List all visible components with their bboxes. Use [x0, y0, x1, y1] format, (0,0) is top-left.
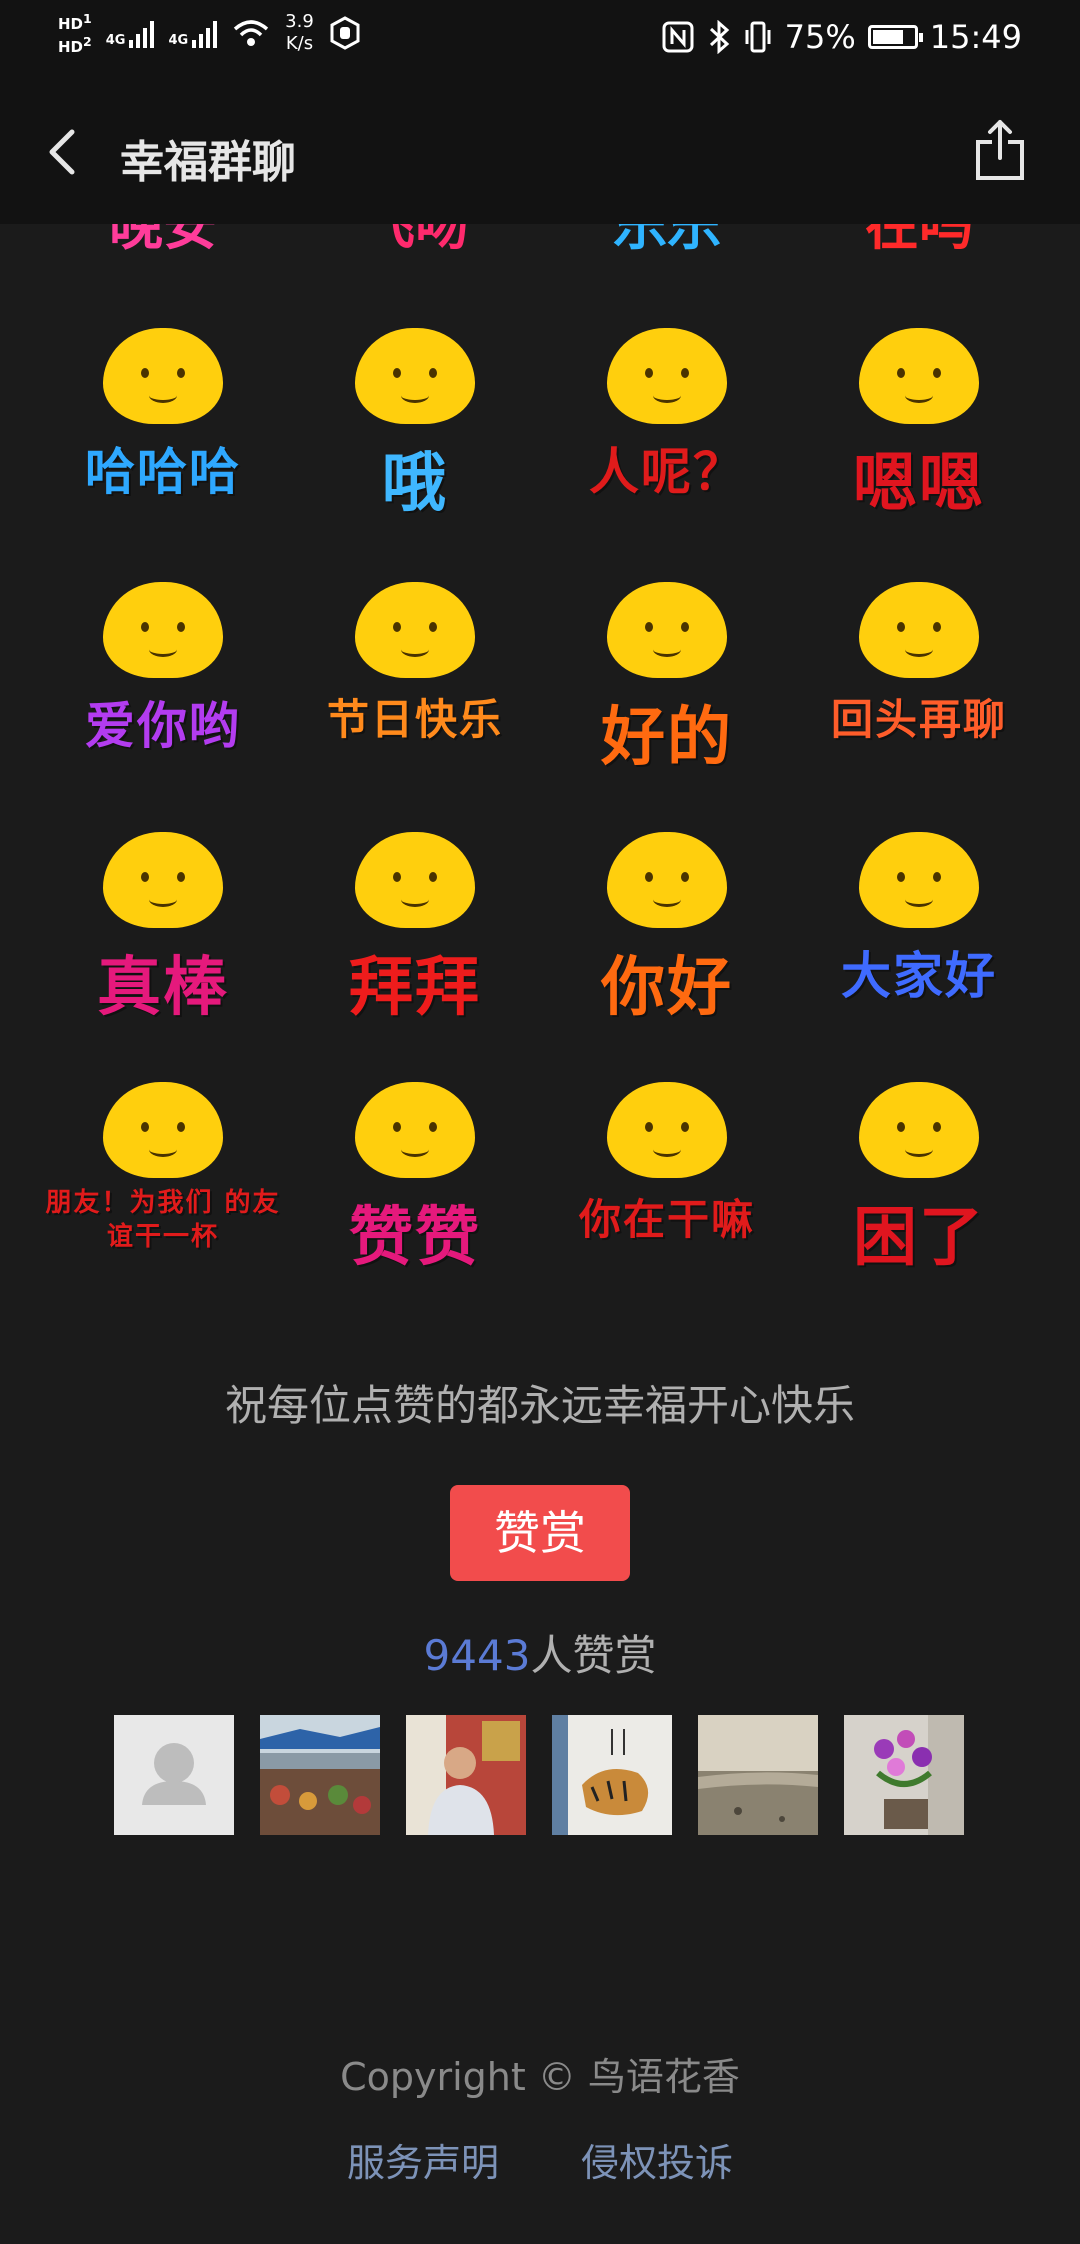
speed-unit: K/s: [285, 33, 314, 54]
sticker-character: [103, 328, 223, 424]
battery-icon: [867, 25, 923, 49]
sticker-label: 晚安: [109, 224, 217, 257]
sticker-character: [103, 1082, 223, 1178]
copyright-text: Copyright © 鸟语花香: [340, 2055, 740, 2099]
sticker-item[interactable]: 哦: [290, 320, 540, 560]
sticker-label: 大家好: [841, 946, 997, 1005]
share-icon[interactable]: [972, 118, 1028, 182]
sticker-item[interactable]: 节日快乐: [290, 574, 540, 814]
page-title: 幸福群聊: [120, 137, 296, 188]
sticker-label: 节日快乐: [326, 695, 503, 744]
sticker-character: [103, 832, 223, 928]
sticker-character: [607, 1082, 727, 1178]
sticker-item[interactable]: 你在干嘛: [542, 1074, 792, 1304]
avatar-list: [114, 1715, 964, 1835]
nav-bar: 幸福群聊: [0, 80, 1080, 224]
sticker-item[interactable]: 拜拜: [290, 824, 540, 1064]
speed-value: 3.9: [285, 11, 314, 32]
status-right: 75% 15:49: [661, 18, 1022, 56]
wifi-icon: [234, 20, 269, 46]
sticker-label: 飞吻: [361, 224, 469, 257]
net1-label: 4G: [105, 33, 126, 48]
sticker-label: 拜拜: [349, 950, 481, 1025]
sticker-label: 你好: [601, 950, 733, 1025]
sticker-label: 赞赞: [349, 1200, 481, 1275]
sticker-character: [103, 582, 223, 678]
back-arrow-icon[interactable]: [36, 120, 96, 184]
bluetooth-icon: [709, 20, 729, 54]
market-photo[interactable]: [260, 1715, 380, 1835]
sticker-item[interactable]: 赞赞: [290, 1074, 540, 1304]
sticker-partial[interactable]: 乐乐: [542, 224, 792, 266]
sticker-character: [859, 582, 979, 678]
sticker-label: 回头再聊: [830, 695, 1007, 744]
signal-icon: 4G: [106, 18, 155, 48]
sticker-label: 好的: [601, 700, 733, 775]
reward-button[interactable]: 赞赏: [450, 1485, 630, 1581]
default-avatar-icon[interactable]: [114, 1715, 234, 1835]
sticker-label: 真棒: [97, 950, 229, 1025]
hd1-label: HD: [58, 15, 84, 33]
sticker-character: [355, 582, 475, 678]
tiger-painting-photo[interactable]: [552, 1715, 672, 1835]
sticker-character: [355, 832, 475, 928]
sticker-label: 哦: [382, 446, 448, 521]
sticker-label: 人呢？: [589, 442, 745, 501]
sticker-character: [607, 328, 727, 424]
flowers-photo[interactable]: [844, 1715, 964, 1835]
sticker-partial[interactable]: 晚安: [38, 224, 288, 266]
sticker-character: [859, 832, 979, 928]
sticker-character: [859, 1082, 979, 1178]
clock: 15:49: [929, 18, 1022, 56]
sticker-character: [607, 582, 727, 678]
hd2-label: HD: [58, 38, 84, 56]
sticker-item[interactable]: 回头再聊: [794, 574, 1044, 814]
sticker-label: 困了: [853, 1200, 985, 1275]
status-bar: HD1 HD2 4G 4G 3.9 K/s 75% 15:49: [0, 0, 1080, 80]
blessing-text: 祝每位点赞的都永远幸福开心快乐: [224, 1381, 855, 1430]
sticker-label: 哈哈哈: [85, 442, 241, 501]
sticker-grid: 晚安 飞吻 乐乐 在吗哈哈哈 哦 人呢？ 嗯嗯爱你哟 节日快乐 好的 回头再聊真棒 拜拜 你好 大家好朋…: [0, 224, 1080, 1304]
sticker-character: [607, 832, 727, 928]
sticker-label: 你在干嘛: [578, 1195, 755, 1244]
sticker-label: 在吗: [865, 224, 973, 257]
person-photo[interactable]: [406, 1715, 526, 1835]
vibrate-icon: [745, 21, 771, 53]
reward-count-suffix: 人赞赏: [530, 1631, 657, 1680]
battery-fill: [872, 30, 903, 44]
sticker-item[interactable]: 朋友！为我们 的友谊干一杯: [38, 1074, 288, 1304]
hd-icon: HD1 HD2: [58, 11, 92, 56]
sticker-label: 朋友！为我们 的友谊干一杯: [45, 1188, 281, 1252]
footer-links: 服务声明 侵权投诉: [0, 2132, 1080, 2187]
net2-label: 4G: [168, 33, 189, 48]
sticker-character: [859, 328, 979, 424]
nfc-icon: [662, 21, 694, 53]
sticker-label: 乐乐: [613, 224, 721, 257]
sticker-item[interactable]: 困了: [794, 1074, 1044, 1304]
infringement-complaint-link[interactable]: 侵权投诉: [581, 2132, 733, 2187]
sticker-character: [355, 1082, 475, 1178]
reward-count: 9443人赞赏: [0, 1622, 1080, 1683]
sticker-partial[interactable]: 在吗: [794, 224, 1044, 266]
sticker-label: 爱你哟: [85, 696, 241, 755]
hand-icon: [330, 16, 360, 50]
reward-count-number[interactable]: 9443: [424, 1631, 531, 1680]
beach-photo[interactable]: [698, 1715, 818, 1835]
signal2-icon: 4G: [168, 18, 218, 48]
sticker-item[interactable]: 嗯嗯: [794, 320, 1044, 560]
sticker-item[interactable]: 人呢？: [542, 320, 792, 560]
sticker-item[interactable]: 哈哈哈: [38, 320, 288, 560]
sticker-item[interactable]: 真棒: [38, 824, 288, 1064]
service-statement-link[interactable]: 服务声明: [347, 2132, 499, 2187]
net-speed: 3.9 K/s: [285, 11, 314, 55]
battery-percent: 75%: [784, 18, 856, 56]
sticker-item[interactable]: 爱你哟: [38, 574, 288, 814]
sticker-item[interactable]: 大家好: [794, 824, 1044, 1064]
sticker-item[interactable]: 好的: [542, 574, 792, 814]
sticker-item[interactable]: 你好: [542, 824, 792, 1064]
sticker-label: 嗯嗯: [853, 446, 985, 521]
sticker-partial[interactable]: 飞吻: [290, 224, 540, 266]
sticker-character: [355, 328, 475, 424]
status-left: HD1 HD2 4G 4G 3.9 K/s: [58, 10, 362, 56]
